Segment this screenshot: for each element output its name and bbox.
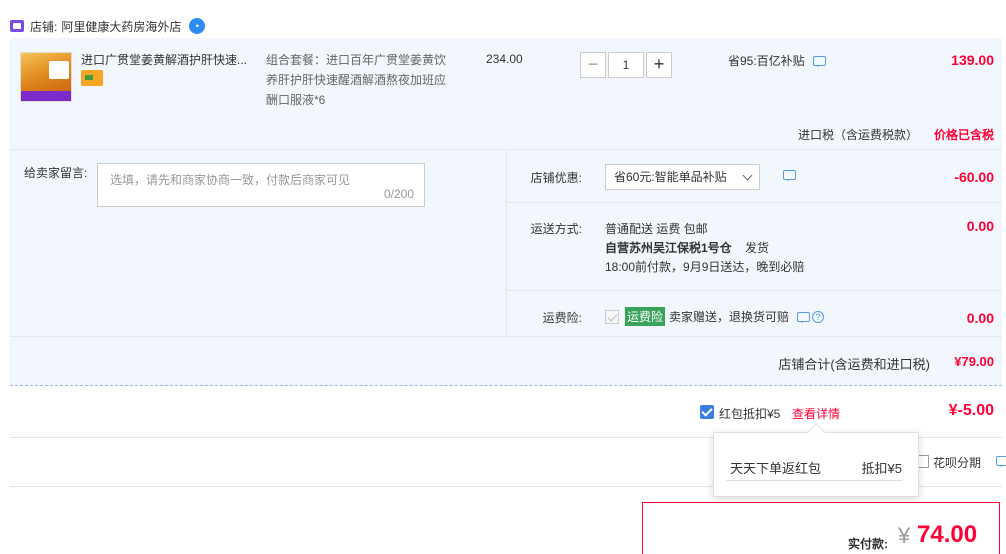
message-label: 给卖家留言: (24, 166, 88, 180)
popover-redpack-name: 天天下单返红包 (730, 461, 822, 476)
redpack-popover: 天天下单返红包 抵扣¥5 (713, 432, 919, 497)
quantity-plus-button[interactable]: + (646, 52, 672, 78)
insurance-checkbox (605, 309, 619, 324)
quantity-minus-button[interactable]: − (580, 52, 606, 78)
thumbnail-promo-tag (49, 61, 69, 79)
quantity-input[interactable]: 1 (608, 52, 644, 78)
message-textarea[interactable]: 选填，请先和商家协商一致，付款后商家可见 0/200 (97, 163, 425, 207)
shipping-eta: 18:00前付款，9月9日送达，晚到必赔 (605, 260, 805, 274)
help-icon[interactable]: ? (812, 310, 825, 323)
insurance-tag: 运费险 (625, 307, 666, 326)
row-divider (506, 290, 1002, 291)
saving-text: 省95:百亿补贴 (728, 54, 805, 68)
shop-header: 店铺: 阿里健康大药房海外店 • (10, 14, 206, 38)
order-services: 给卖家留言: 选填，请先和商家协商一致，付款后商家可见 0/200 店铺优惠: … (10, 150, 1002, 386)
chevron-down-icon (742, 170, 753, 181)
shop-name[interactable]: 阿里健康大药房海外店 (61, 18, 181, 35)
tax-label: 进口税（含运费税款） (797, 128, 918, 142)
shipping-details: 普通配送 运费 包邮 自营苏州吴江保税1号仓 发货 18:00前付款，9月9日送… (605, 220, 804, 277)
insurance-row: 运费险 卖家赠送，退换货可赔 ? (605, 307, 825, 326)
payment-currency: ¥ (898, 523, 911, 548)
quantity-stepper: − 1 + (580, 52, 672, 78)
thumbnail-bottom-bar (21, 91, 71, 101)
redpack-row: 红包抵扣¥5 查看详情 ¥-5.00 (10, 388, 1002, 438)
comment-icon[interactable] (996, 456, 1006, 467)
shop-prefix: 店铺: (30, 19, 58, 34)
comment-icon[interactable] (797, 311, 811, 323)
redpack-checkbox[interactable] (700, 405, 714, 419)
payment-total: 74.00 (917, 521, 978, 548)
shop-subtotal-row: 店铺合计(含运费和进口税) ¥79.00 (10, 336, 1002, 386)
insurance-text: 卖家赠送，退换货可赔 (669, 310, 790, 324)
tax-value: 价格已含税 (933, 128, 994, 142)
shipping-label: 运送方式: (530, 222, 582, 236)
credit-card-icon (81, 70, 103, 86)
product-sku: 组合套餐：进口百年广贯堂姜黄饮养肝护肝快速醒酒解酒熬夜加班应酬口服液*6 (266, 53, 447, 107)
subtotal-label: 店铺合计(含运费和进口税) (778, 357, 930, 372)
redpack-value: ¥-5.00 (948, 402, 994, 419)
item-total: 139.00 (951, 52, 994, 68)
popover-divider (726, 480, 902, 481)
wangwang-chat-icon[interactable]: • (189, 18, 206, 34)
insurance-amount: 0.00 (966, 310, 994, 326)
shipping-warehouse-suffix: 发货 (745, 241, 770, 255)
shop-icon (10, 20, 24, 32)
row-divider (506, 202, 1002, 203)
message-char-count: 0/200 (383, 187, 414, 201)
discount-label: 店铺优惠: (530, 171, 582, 185)
message-placeholder: 选填，请先和商家协商一致，付款后商家可见 (110, 173, 351, 187)
popover-redpack-value: 抵扣¥5 (861, 461, 902, 476)
discount-amount: -60.00 (954, 169, 994, 185)
payment-label: 实付款: (848, 537, 888, 551)
discount-select[interactable]: 省60元:智能单品补贴 (605, 164, 760, 190)
unit-price: 234.00 (486, 52, 523, 66)
product-title[interactable]: 进口广贯堂姜黄解酒护肝快速... (81, 51, 263, 68)
insurance-label: 运费险: (542, 311, 582, 325)
order-item: 进口广贯堂姜黄解酒护肝快速... 组合套餐：进口百年广贯堂姜黄饮养肝护肝快速醒酒… (10, 38, 1002, 150)
subtotal-value: ¥79.00 (954, 354, 994, 369)
saving-info: 省95:百亿补贴 (728, 52, 826, 69)
redpack-details-link[interactable]: 查看详情 (792, 405, 840, 422)
comment-icon[interactable] (812, 55, 826, 67)
comment-icon[interactable] (783, 170, 796, 181)
payment-summary: 实付款: ¥ 74.00 (642, 502, 1000, 554)
discount-selected: 省60元:智能单品补贴 (614, 170, 727, 184)
installment-label: 花呗分期 (933, 456, 982, 470)
shipping-warehouse: 自营苏州吴江保税1号仓 (605, 241, 732, 255)
redpack-label: 红包抵扣¥5 (719, 407, 781, 421)
product-thumbnail[interactable] (20, 52, 72, 102)
shipping-amount: 0.00 (966, 218, 994, 234)
shipping-method: 普通配送 运费 包邮 (605, 222, 708, 236)
